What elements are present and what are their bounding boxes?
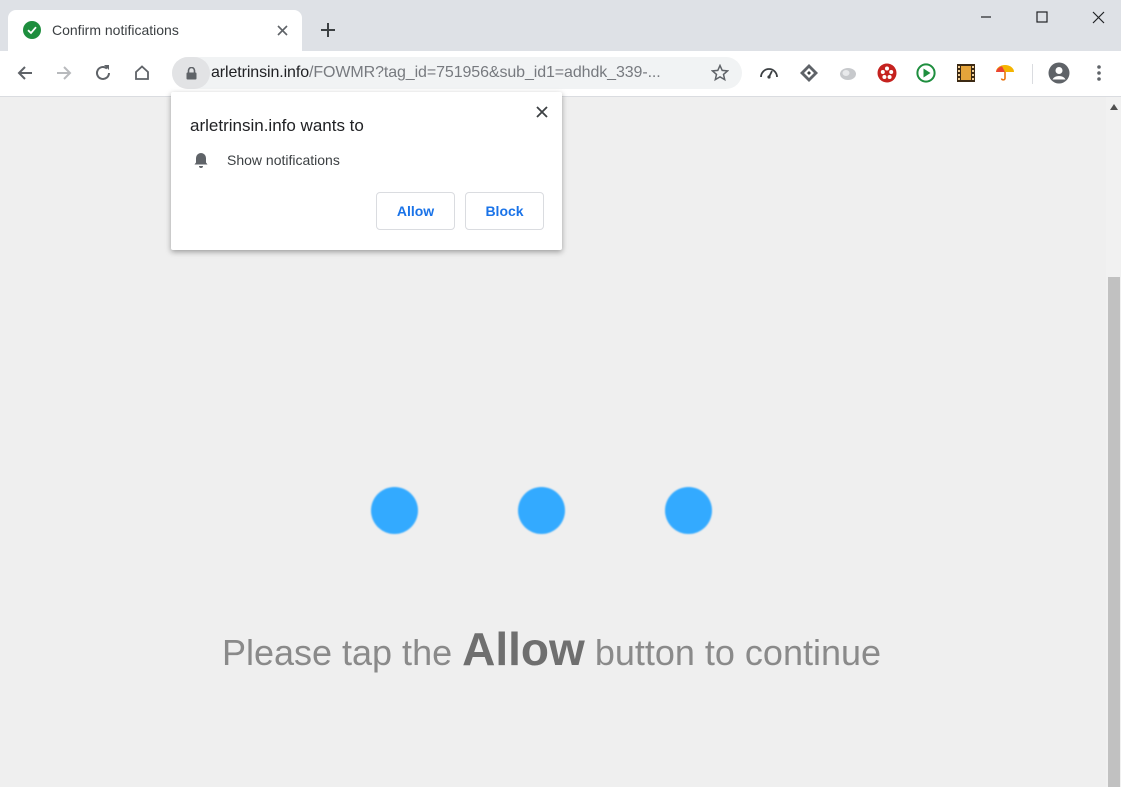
address-bar[interactable]: arletrinsin.info/FOWMR?tag_id=751956&sub… [172,57,742,89]
message-allow: Allow [462,623,585,675]
umbrella-extension-icon[interactable] [994,62,1016,84]
popup-close-icon[interactable] [532,102,552,122]
lock-icon[interactable] [172,57,210,89]
allow-button[interactable]: Allow [376,192,455,230]
url-path: /FOWMR?tag_id=751956&sub_id1=adhdk_339-.… [309,64,661,81]
tab-strip: Confirm notifications [0,0,1121,51]
message-before: Please tap the [221,632,453,673]
play-extension-icon[interactable] [915,62,937,84]
toolbar: arletrinsin.info/FOWMR?tag_id=751956&sub… [0,51,1121,97]
new-tab-icon[interactable] [316,18,340,42]
bookmark-star-icon[interactable] [709,62,731,84]
block-button[interactable]: Block [465,192,544,230]
film-reel-extension-icon[interactable] [876,62,898,84]
loading-dot [665,487,712,534]
home-icon[interactable] [130,61,154,85]
speed-icon[interactable] [758,62,780,84]
url-host: arletrinsin.info [211,64,310,81]
close-icon[interactable] [1070,0,1121,34]
film-strip-extension-icon[interactable] [955,62,977,84]
bell-icon [192,151,210,169]
instruction-message: Please tap the Allow button to continue [0,622,1103,676]
scrollbar[interactable] [1106,97,1121,787]
forward-icon[interactable] [52,61,76,85]
tab-close-icon[interactable] [273,21,291,39]
cloud-extension-icon[interactable] [837,62,859,84]
toolbar-divider [1032,64,1033,84]
profile-avatar-icon[interactable] [1048,62,1070,84]
more-menu-icon[interactable] [1088,62,1110,84]
popup-title: arletrinsin.info wants to [190,116,364,135]
tab-title: Confirm notifications [52,22,179,38]
permission-label: Show notifications [227,152,340,168]
url-text: arletrinsin.info/FOWMR?tag_id=751956&sub… [211,64,661,82]
notification-permission-popup: arletrinsin.info wants to Show notificat… [171,92,562,250]
maximize-icon[interactable] [1014,0,1070,34]
check-circle-icon [23,21,41,39]
minimize-icon[interactable] [958,0,1014,34]
diamond-extension-icon[interactable] [798,62,820,84]
back-icon[interactable] [13,61,37,85]
reload-icon[interactable] [91,61,115,85]
loading-dot [371,487,418,534]
scrollbar-thumb[interactable] [1108,277,1120,787]
loading-dot [518,487,565,534]
message-after: button to continue [594,632,882,673]
scroll-up-arrow-icon[interactable] [1106,101,1121,113]
tab-active[interactable]: Confirm notifications [8,10,302,51]
